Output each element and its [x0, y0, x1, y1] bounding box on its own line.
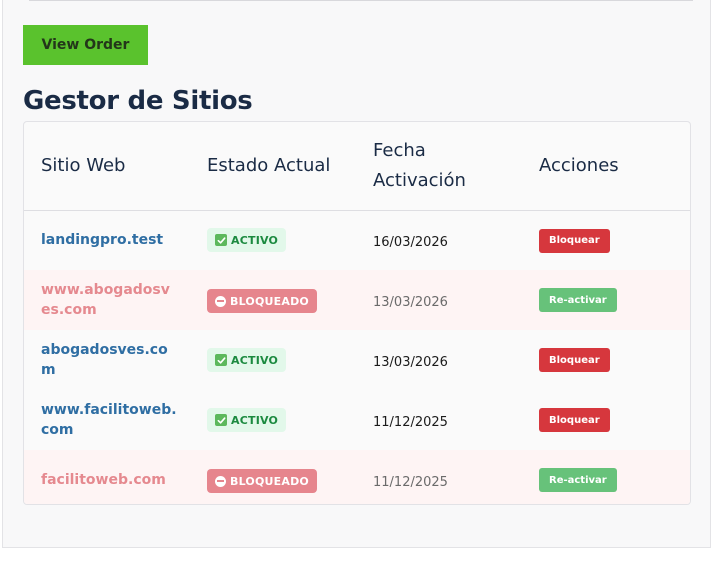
status-badge: BLOQUEADO	[207, 289, 317, 313]
status-cell: BLOQUEADO	[190, 450, 356, 504]
top-divider	[29, 0, 693, 1]
activation-date: 11/12/2025	[373, 474, 448, 490]
header-status: Estado Actual	[207, 154, 331, 176]
site-link[interactable]: www.abogadosves.com	[41, 280, 190, 320]
activation-date: 13/03/2026	[373, 294, 448, 310]
header-date: Fecha Activación	[373, 139, 466, 191]
activation-date: 16/03/2026	[373, 234, 448, 250]
status-badge: ACTIVO	[207, 348, 287, 372]
status-cell: ACTIVO	[190, 390, 356, 450]
site-cell: www.facilitoweb.com	[24, 390, 190, 450]
actions-cell: Bloquear	[522, 210, 690, 270]
site-link[interactable]: landingpro.test	[41, 230, 190, 250]
actions-cell: Re-activar	[522, 450, 690, 504]
status-cell: ACTIVO	[190, 330, 356, 390]
table-row: facilitoweb.com BLOQUEADO 11/12/2025 Re-…	[24, 450, 690, 504]
check-icon	[215, 414, 227, 426]
site-cell: abogadosves.com	[24, 330, 190, 390]
table-row: www.abogadosves.com BLOQUEADO 13/03/2026…	[24, 270, 690, 330]
activation-date: 13/03/2026	[373, 354, 448, 370]
date-cell: 11/12/2025	[356, 450, 522, 504]
table-row: landingpro.test ACTIVO 16/03/2026 Bloque…	[24, 210, 690, 270]
site-cell: www.abogadosves.com	[24, 270, 190, 330]
check-icon	[215, 234, 227, 247]
header-actions: Acciones	[539, 154, 619, 176]
site-cell: facilitoweb.com	[24, 450, 190, 504]
table-body: landingpro.test ACTIVO 16/03/2026 Bloque…	[24, 210, 690, 504]
status-label: BLOQUEADO	[230, 474, 309, 488]
actions-cell: Bloquear	[522, 390, 690, 450]
site-link[interactable]: abogadosves.com	[41, 340, 190, 380]
status-badge: BLOQUEADO	[207, 469, 317, 493]
status-badge: ACTIVO	[207, 408, 287, 432]
page-title: Gestor de Sitios	[23, 86, 253, 116]
status-label: ACTIVO	[231, 353, 279, 367]
site-cell: landingpro.test	[24, 210, 190, 270]
table-row: www.facilitoweb.com ACTIVO 11/12/2025 Bl…	[24, 390, 690, 450]
reactivate-button[interactable]: Re-activar	[539, 288, 617, 313]
activation-date: 11/12/2025	[373, 414, 448, 430]
block-button[interactable]: Bloquear	[539, 408, 610, 433]
no-entry-icon	[215, 475, 226, 487]
check-icon	[215, 354, 227, 366]
table-header-row: Sitio Web Estado Actual Fecha Activación…	[24, 122, 690, 210]
date-cell: 13/03/2026	[356, 330, 522, 390]
block-button[interactable]: Bloquear	[539, 228, 610, 253]
table-row: abogadosves.com ACTIVO 13/03/2026 Bloque…	[24, 330, 690, 390]
view-order-button[interactable]: View Order	[23, 25, 148, 65]
sites-table: Sitio Web Estado Actual Fecha Activación…	[24, 122, 690, 504]
status-label: ACTIVO	[231, 233, 279, 247]
actions-cell: Bloquear	[522, 330, 690, 390]
status-cell: ACTIVO	[190, 210, 356, 270]
status-label: BLOQUEADO	[230, 294, 309, 308]
status-cell: BLOQUEADO	[190, 270, 356, 330]
reactivate-button[interactable]: Re-activar	[539, 468, 617, 493]
date-cell: 11/12/2025	[356, 390, 522, 450]
status-label: ACTIVO	[231, 413, 279, 427]
site-link[interactable]: facilitoweb.com	[41, 470, 190, 490]
status-badge: ACTIVO	[207, 228, 287, 253]
date-cell: 13/03/2026	[356, 270, 522, 330]
sites-table-card: Sitio Web Estado Actual Fecha Activación…	[23, 121, 691, 505]
header-site: Sitio Web	[41, 154, 126, 176]
no-entry-icon	[215, 295, 226, 307]
actions-cell: Re-activar	[522, 270, 690, 330]
block-button[interactable]: Bloquear	[539, 348, 610, 373]
site-link[interactable]: www.facilitoweb.com	[41, 400, 190, 440]
date-cell: 16/03/2026	[356, 210, 522, 270]
